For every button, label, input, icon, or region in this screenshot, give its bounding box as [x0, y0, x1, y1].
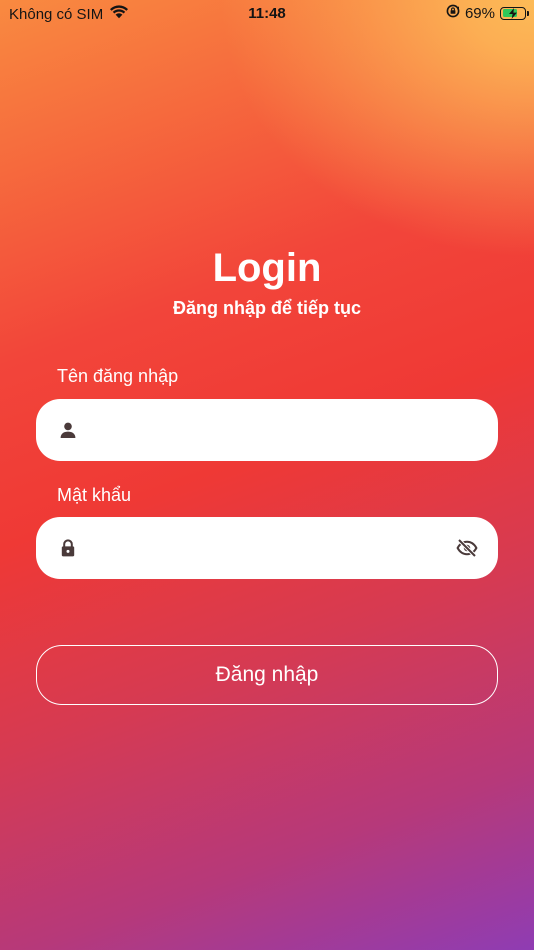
- eye-off-icon[interactable]: [456, 538, 478, 558]
- page-subtitle: Đăng nhập để tiếp tục: [172, 298, 361, 318]
- username-input[interactable]: [88, 399, 448, 461]
- username-field[interactable]: [36, 399, 498, 461]
- username-label: Tên đăng nhập: [57, 366, 179, 386]
- password-field[interactable]: [36, 517, 498, 579]
- battery-percent: 69%: [464, 4, 495, 22]
- status-right: 69%: [446, 4, 529, 22]
- password-input[interactable]: [88, 517, 448, 579]
- status-bar: Không có SIM 11:48 69%: [0, 0, 534, 28]
- login-screen: Không có SIM 11:48 69% Login Đăng nhập đ…: [0, 0, 534, 950]
- person-icon: [58, 420, 78, 440]
- lock-icon: [58, 538, 78, 558]
- login-button[interactable]: Đăng nhập: [36, 645, 498, 705]
- login-button-label: Đăng nhập: [215, 663, 319, 686]
- page-title: Login: [212, 246, 322, 290]
- orientation-lock-icon: [446, 4, 460, 22]
- battery-charging-icon: [500, 6, 529, 20]
- password-label: Mật khẩu: [57, 485, 132, 505]
